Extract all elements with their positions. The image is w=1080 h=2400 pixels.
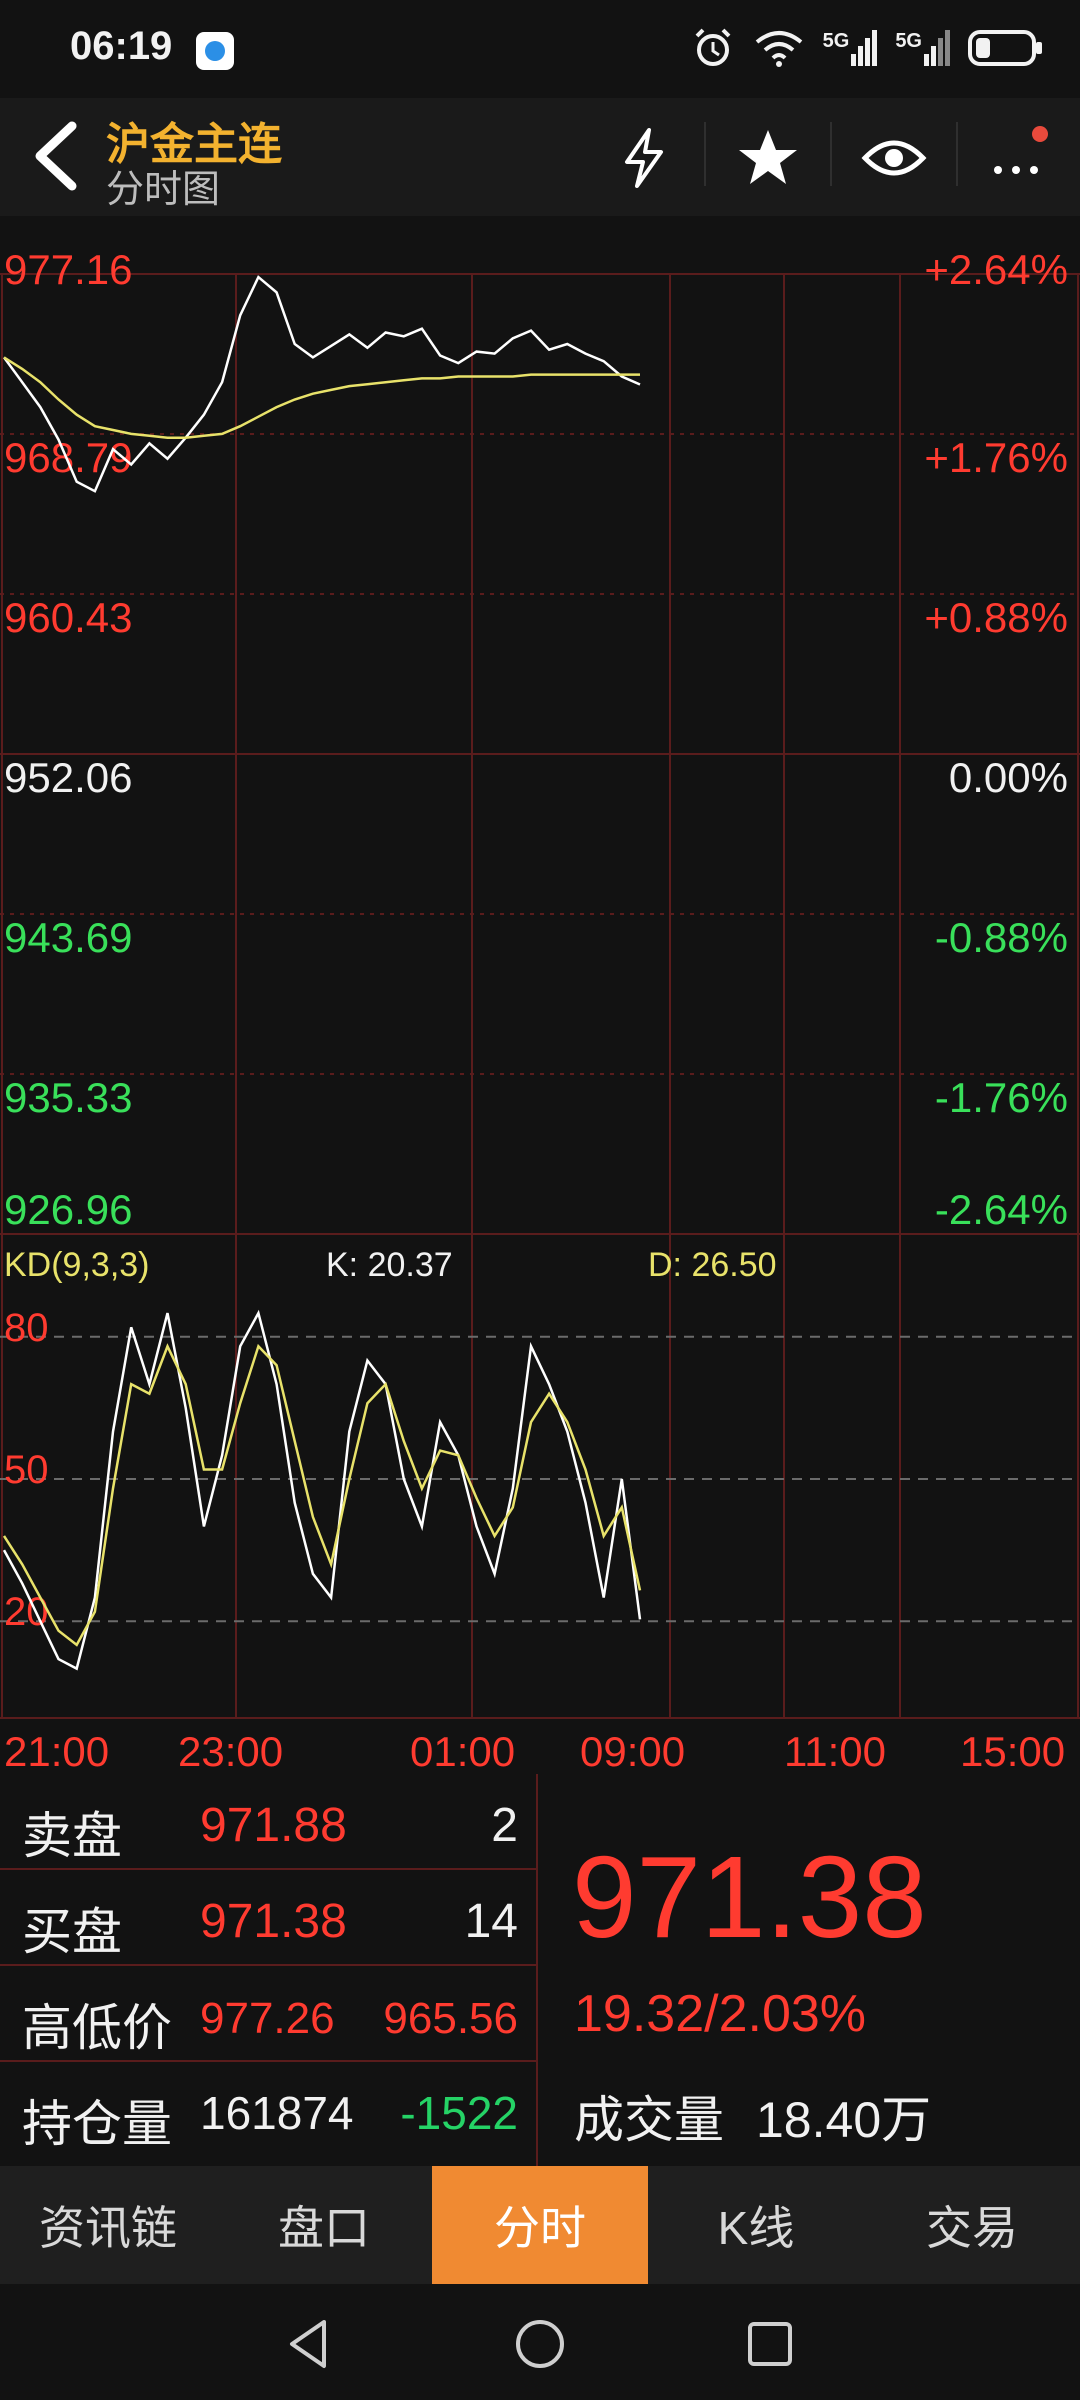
sell-row[interactable]: 卖盘 971.88 2 — [0, 1774, 538, 1870]
percent-label: +1.76% — [924, 434, 1068, 481]
network-label: 5G — [895, 30, 922, 52]
sell-qty: 2 — [491, 1799, 518, 1852]
price-label: 926.96 — [4, 1186, 132, 1233]
alarm-icon — [695, 28, 731, 66]
price-label: 977.16 — [4, 246, 132, 293]
status-time: 06:19 — [70, 24, 173, 68]
tab-kline[interactable]: K线 — [648, 2166, 864, 2284]
kd-level-label: 80 — [4, 1306, 49, 1350]
percent-label: -1.76% — [935, 1074, 1068, 1121]
tab-news-chain[interactable]: 资讯链 — [0, 2166, 216, 2284]
app-icon — [196, 32, 234, 70]
percent-label: -2.64% — [935, 1186, 1068, 1233]
price-label: 968.79 — [4, 434, 132, 481]
time-label: 23:00 — [178, 1728, 283, 1774]
flash-icon[interactable] — [604, 118, 684, 198]
buy-row[interactable]: 买盘 971.38 14 — [0, 1870, 538, 1966]
last-price: 971.38 — [572, 1832, 927, 1962]
header-divider — [830, 122, 832, 186]
bottom-tabs: 资讯链 盘口 分时 K线 交易 — [0, 2166, 1080, 2284]
open-interest-label: 持仓量 — [22, 2096, 172, 2152]
price-label: 952.06 — [4, 754, 132, 801]
kd-d-value: D: 26.50 — [648, 1246, 777, 1284]
low-price: 965.56 — [383, 1994, 518, 2043]
buy-label: 买盘 — [22, 1904, 122, 1960]
kd-grid: 80 50 20 — [0, 1233, 1080, 1719]
header-divider — [956, 122, 958, 186]
buy-price: 971.38 — [200, 1895, 347, 1948]
kd-d-line — [2, 1343, 642, 1647]
kd-title: KD(9,3,3) — [4, 1246, 150, 1284]
time-axis-labels: 21:00 23:00 01:00 09:00 11:00 15:00 — [4, 1728, 1065, 1774]
kd-level-label: 50 — [4, 1448, 49, 1492]
wifi-icon — [755, 31, 802, 67]
time-share-chart[interactable]: 977.16 968.79 960.43 952.06 943.69 935.33 926.… — [0, 216, 1080, 1774]
volume-value: 18.40万 — [756, 2092, 932, 2148]
percent-label: 0.00% — [949, 754, 1068, 801]
kd-level-label: 20 — [4, 1590, 49, 1634]
quote-table: 卖盘 971.88 2 买盘 971.38 14 高低价 977.26 965.… — [0, 1774, 538, 2166]
sell-label: 卖盘 — [22, 1808, 122, 1864]
time-label: 01:00 — [410, 1728, 515, 1774]
price-axis-labels: 977.16 968.79 960.43 952.06 943.69 935.33 926.… — [4, 246, 132, 1233]
open-interest-row: 持仓量 161874 -1522 — [0, 2062, 538, 2166]
buy-qty: 14 — [464, 1895, 518, 1948]
price-label: 943.69 — [4, 914, 132, 961]
percent-label: +2.64% — [924, 246, 1068, 293]
more-icon[interactable] — [980, 118, 1060, 198]
average-price-line — [3, 356, 640, 439]
home-nav-icon[interactable] — [510, 2314, 570, 2374]
header-divider — [704, 122, 706, 186]
system-nav-bar — [0, 2284, 1080, 2400]
header: 沪金主连 分时图 — [0, 98, 1080, 216]
star-icon[interactable] — [728, 118, 808, 198]
chart-svg[interactable]: 977.16 968.79 960.43 952.06 943.69 935.33 926.… — [0, 216, 1080, 1774]
high-price: 977.26 — [200, 1994, 335, 2043]
tab-time-share[interactable]: 分时 — [432, 2166, 648, 2284]
percent-axis-labels: +2.64% +1.76% +0.88% 0.00% -0.88% -1.76% -2.64… — [924, 246, 1068, 1233]
time-label: 15:00 — [960, 1728, 1065, 1774]
price-label: 960.43 — [4, 594, 132, 641]
tab-trade[interactable]: 交易 — [864, 2166, 1080, 2284]
back-icon[interactable] — [22, 116, 92, 196]
recents-nav-icon[interactable] — [740, 2314, 800, 2374]
price-label: 935.33 — [4, 1074, 132, 1121]
kd-series — [2, 1309, 642, 1671]
status-bar: 06:19 5G 5G — [0, 0, 1080, 98]
status-icons: 5G 5G — [691, 26, 1044, 70]
tab-order-book[interactable]: 盘口 — [216, 2166, 432, 2284]
page-subtitle: 分时图 — [106, 169, 221, 211]
high-low-label: 高低价 — [22, 2000, 172, 2056]
percent-label: +0.88% — [924, 594, 1068, 641]
time-label: 11:00 — [784, 1728, 886, 1774]
price-change: 19.32/2.03% — [574, 1985, 867, 2043]
percent-label: -0.88% — [935, 914, 1068, 961]
time-label: 09:00 — [580, 1728, 685, 1774]
kd-header: KD(9,3,3) K: 20.37 D: 26.50 — [4, 1246, 777, 1284]
kd-k-value: K: 20.37 — [326, 1246, 453, 1284]
battery-icon — [968, 30, 1042, 66]
kd-k-line — [2, 1309, 642, 1671]
signal-5g-icon: 5G — [823, 30, 878, 66]
signal-5g-icon: 5G — [895, 30, 950, 66]
eye-icon[interactable] — [854, 118, 934, 198]
open-interest-change: -1522 — [400, 2087, 518, 2139]
network-label: 5G — [822, 30, 850, 52]
sell-price: 971.88 — [200, 1799, 347, 1852]
chart-grid — [0, 273, 1080, 1718]
time-label: 21:00 — [4, 1728, 109, 1774]
back-nav-icon[interactable] — [280, 2314, 340, 2374]
open-interest-value: 161874 — [200, 2087, 354, 2139]
high-low-row: 高低价 977.26 965.56 — [0, 1966, 538, 2062]
volume-label: 成交量 — [574, 2092, 724, 2148]
quote-panel: 卖盘 971.88 2 买盘 971.38 14 高低价 977.26 965.… — [0, 1774, 1080, 2166]
